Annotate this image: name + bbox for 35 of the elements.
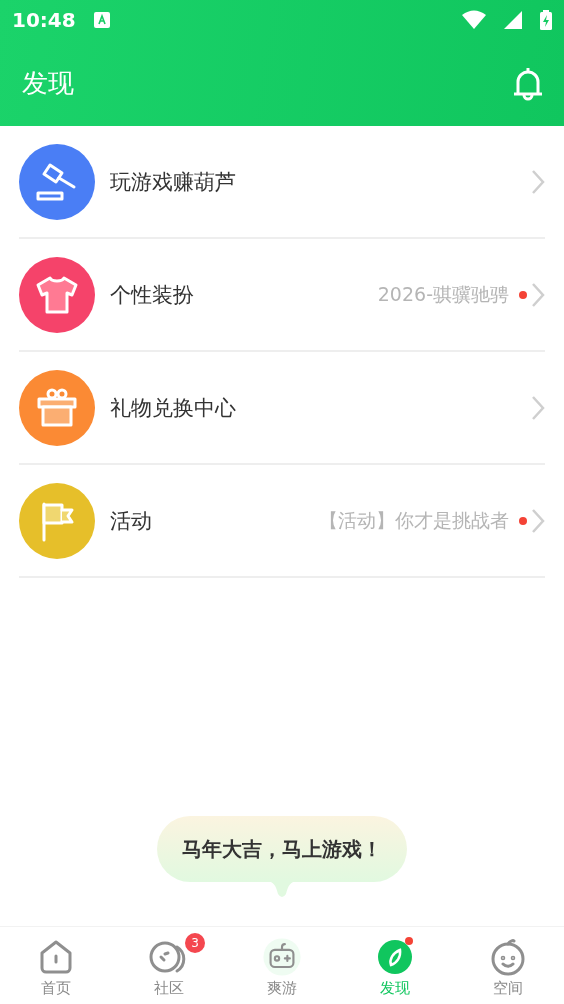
status-time: 10:48 (12, 8, 76, 32)
promo-tooltip: 马年大吉，马上游戏！ (157, 816, 407, 882)
nav-label: 首页 (41, 979, 72, 998)
item-subtitle: 2026-骐骥驰骋 (377, 281, 509, 307)
discover-list-item[interactable]: 个性装扮 2026-骐骥驰骋 (19, 239, 545, 352)
nav-label: 爽游 (267, 979, 297, 998)
discover-list-item[interactable]: 玩游戏赚葫芦 (19, 126, 545, 239)
nav-tab[interactable]: 首页 (0, 927, 113, 1004)
item-title: 玩游戏赚葫芦 (110, 168, 237, 196)
smiley-face-icon (489, 938, 526, 976)
page-title: 发现 (22, 66, 74, 100)
nav-label: 空间 (492, 979, 523, 998)
leaf-icon (376, 939, 413, 975)
chevron-right-icon (531, 394, 545, 421)
discover-list-item[interactable]: 活动 【活动】你才是挑战者 (19, 465, 545, 578)
chevron-right-icon (531, 168, 545, 195)
nav-label: 发现 (379, 979, 410, 998)
nav-tab[interactable]: 发现 (338, 927, 452, 1004)
wifi-icon (462, 10, 486, 30)
battery-icon (540, 10, 552, 30)
chevron-right-icon (531, 507, 545, 534)
nav-tab[interactable]: 3 社区 (112, 927, 226, 1004)
discover-list-item[interactable]: 礼物兑换中心 (19, 352, 545, 465)
item-subtitle: 【活动】你才是挑战者 (319, 507, 509, 533)
home-icon (38, 939, 75, 975)
notification-badge: 3 (185, 933, 206, 953)
item-title: 礼物兑换中心 (110, 394, 237, 422)
signal-icon (504, 11, 522, 29)
nav-tab[interactable]: 爽游 (225, 927, 339, 1004)
nav-tab[interactable]: 空间 (451, 927, 564, 1004)
chevron-right-icon (531, 281, 545, 308)
keyboard-notification-icon (93, 12, 110, 28)
item-title: 个性装扮 (110, 281, 195, 309)
nav-label: 社区 (154, 979, 185, 998)
item-title: 活动 (110, 507, 153, 535)
